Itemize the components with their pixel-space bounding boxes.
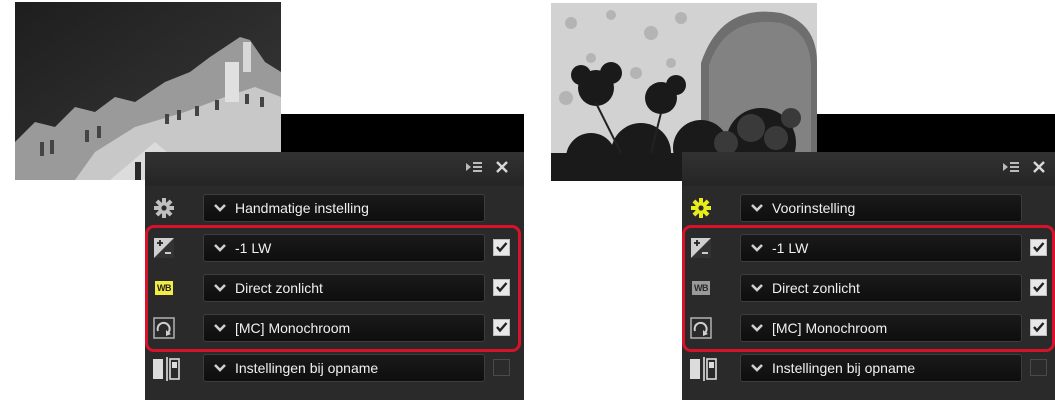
capture-settings-checkbox[interactable] (1030, 359, 1047, 376)
chevron-down-icon (214, 364, 226, 372)
picture-control-value: Handmatige instelling (235, 200, 369, 216)
capture-settings-value: Instellingen bij opname (235, 360, 379, 376)
chevron-down-icon (751, 204, 763, 212)
picture-control-row: Voorinstelling (682, 194, 1055, 222)
picture-control-row: Handmatige instelling (145, 194, 524, 222)
capture-settings-icon (690, 357, 717, 381)
picture-control-value: Voorinstelling (772, 200, 856, 216)
highlight-box (145, 225, 521, 352)
capture-settings-checkbox[interactable] (493, 359, 510, 376)
panel-menu-icon[interactable] (465, 160, 483, 181)
chevron-down-icon (214, 204, 226, 212)
panel-header (682, 152, 1055, 186)
highlight-box (682, 225, 1055, 352)
image-window-bar (817, 114, 1055, 152)
panel-header (145, 152, 524, 186)
capture-settings-dropdown[interactable]: Instellingen bij opname (740, 354, 1022, 382)
panel-menu-icon[interactable] (1002, 160, 1020, 181)
picture-control-dropdown[interactable]: Voorinstelling (740, 194, 1022, 222)
close-icon[interactable] (1032, 160, 1046, 179)
capture-settings-row: Instellingen bij opname (145, 354, 524, 382)
picture-control-dropdown[interactable]: Handmatige instelling (203, 194, 485, 222)
chevron-down-icon (751, 364, 763, 372)
gear-icon (153, 197, 175, 219)
close-icon[interactable] (495, 160, 509, 179)
capture-settings-row: Instellingen bij opname (682, 354, 1055, 382)
capture-settings-dropdown[interactable]: Instellingen bij opname (203, 354, 485, 382)
image-window-bar (280, 114, 524, 152)
capture-settings-icon (153, 357, 180, 381)
gear-icon (690, 197, 712, 219)
capture-settings-value: Instellingen bij opname (772, 360, 916, 376)
